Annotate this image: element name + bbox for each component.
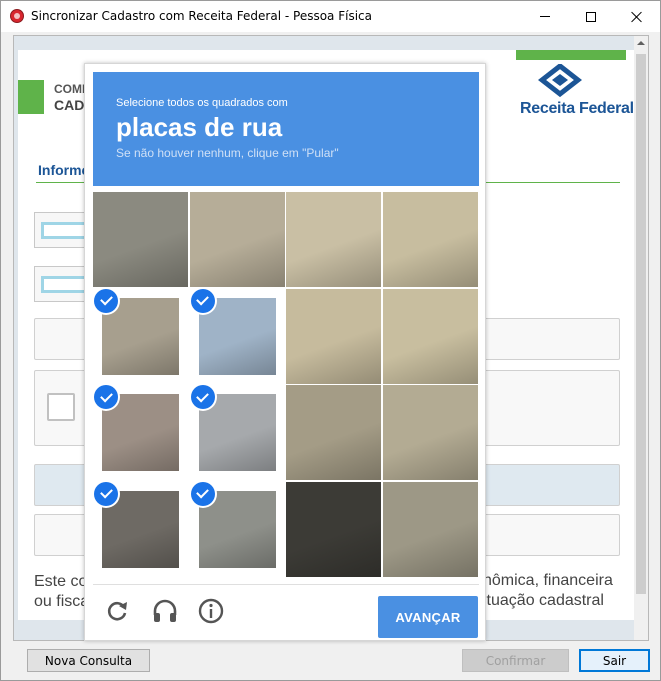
- captcha-tile[interactable]: [286, 288, 381, 384]
- captcha-tile[interactable]: [286, 192, 381, 287]
- checkmark-icon: [190, 481, 215, 506]
- tile-image: [286, 192, 381, 287]
- challenge-image-grid: [93, 192, 479, 578]
- section-label: Informe: [38, 162, 90, 178]
- app-window: Sincronizar Cadastro com Receita Federal…: [0, 0, 661, 681]
- captcha-tile[interactable]: [382, 385, 478, 480]
- field-value: [41, 276, 87, 293]
- tile-image: [286, 481, 381, 577]
- captcha-tile[interactable]: [382, 288, 478, 384]
- recaptcha-challenge: Selecione todos os quadrados com placas …: [84, 63, 486, 641]
- checkmark-icon: [190, 288, 215, 313]
- info-text-line: situação cadastral: [475, 592, 604, 609]
- tile-image: [382, 192, 478, 287]
- brand-accent-bar: [516, 50, 626, 60]
- scroll-up-icon[interactable]: [634, 36, 648, 50]
- captcha-tile[interactable]: [93, 288, 188, 384]
- title-bar: Sincronizar Cadastro com Receita Federal…: [1, 1, 660, 32]
- captcha-tile[interactable]: [189, 192, 285, 287]
- captcha-tile[interactable]: [93, 192, 188, 287]
- confirm-button[interactable]: Confirmar: [462, 649, 569, 672]
- field-value: [41, 222, 87, 239]
- captcha-tile[interactable]: [190, 385, 285, 480]
- maximize-button[interactable]: [568, 1, 614, 32]
- info-text-line: nômica, financeira: [483, 572, 613, 589]
- header-subtitle: COMI: [54, 82, 86, 96]
- tile-image: [189, 192, 285, 287]
- vertical-scrollbar[interactable]: [634, 36, 648, 640]
- tile-image: [382, 481, 478, 577]
- close-icon: [631, 11, 643, 23]
- captcha-tile[interactable]: [382, 481, 478, 577]
- recaptcha-checkbox[interactable]: [47, 393, 75, 421]
- checkmark-icon: [94, 288, 118, 313]
- challenge-keyword: placas de rua: [116, 112, 283, 142]
- exit-button[interactable]: Sair: [579, 649, 650, 672]
- tile-image: [286, 288, 381, 384]
- tile-image: [382, 385, 478, 480]
- maximize-icon: [586, 11, 596, 22]
- captcha-tile[interactable]: [93, 481, 188, 577]
- app-icon: [10, 9, 24, 23]
- captcha-tile[interactable]: [286, 385, 381, 480]
- tile-image: [286, 385, 381, 480]
- minimize-button[interactable]: [522, 1, 568, 32]
- challenge-instruction: Selecione todos os quadrados com: [116, 97, 288, 109]
- captcha-tile[interactable]: [286, 481, 381, 577]
- minimize-icon: [540, 16, 550, 17]
- reload-icon[interactable]: [103, 597, 131, 625]
- scroll-thumb[interactable]: [636, 54, 646, 594]
- headphones-icon[interactable]: [151, 597, 179, 625]
- captcha-tile[interactable]: [93, 385, 188, 480]
- receita-federal-logo: [538, 64, 582, 98]
- header-accent: [18, 80, 44, 114]
- captcha-tile[interactable]: [190, 288, 285, 384]
- new-query-button[interactable]: Nova Consulta: [27, 649, 150, 672]
- info-icon[interactable]: [197, 597, 225, 625]
- window-title: Sincronizar Cadastro com Receita Federal…: [31, 9, 372, 23]
- checkmark-icon: [94, 481, 118, 506]
- checkmark-icon: [94, 385, 118, 409]
- captcha-tile[interactable]: [190, 481, 285, 577]
- header-title: CAD: [54, 97, 85, 113]
- verify-button[interactable]: AVANÇAR: [378, 596, 478, 638]
- challenge-footer: AVANÇAR: [93, 584, 479, 640]
- challenge-hint: Se não houver nenhum, clique em "Pular": [116, 146, 339, 160]
- brand-name: Receita Federal: [520, 100, 634, 117]
- close-button[interactable]: [614, 1, 660, 32]
- tile-image: [93, 192, 188, 287]
- checkmark-icon: [190, 385, 215, 409]
- tile-image: [382, 288, 478, 384]
- challenge-header: Selecione todos os quadrados com placas …: [93, 72, 479, 186]
- captcha-tile[interactable]: [382, 192, 478, 287]
